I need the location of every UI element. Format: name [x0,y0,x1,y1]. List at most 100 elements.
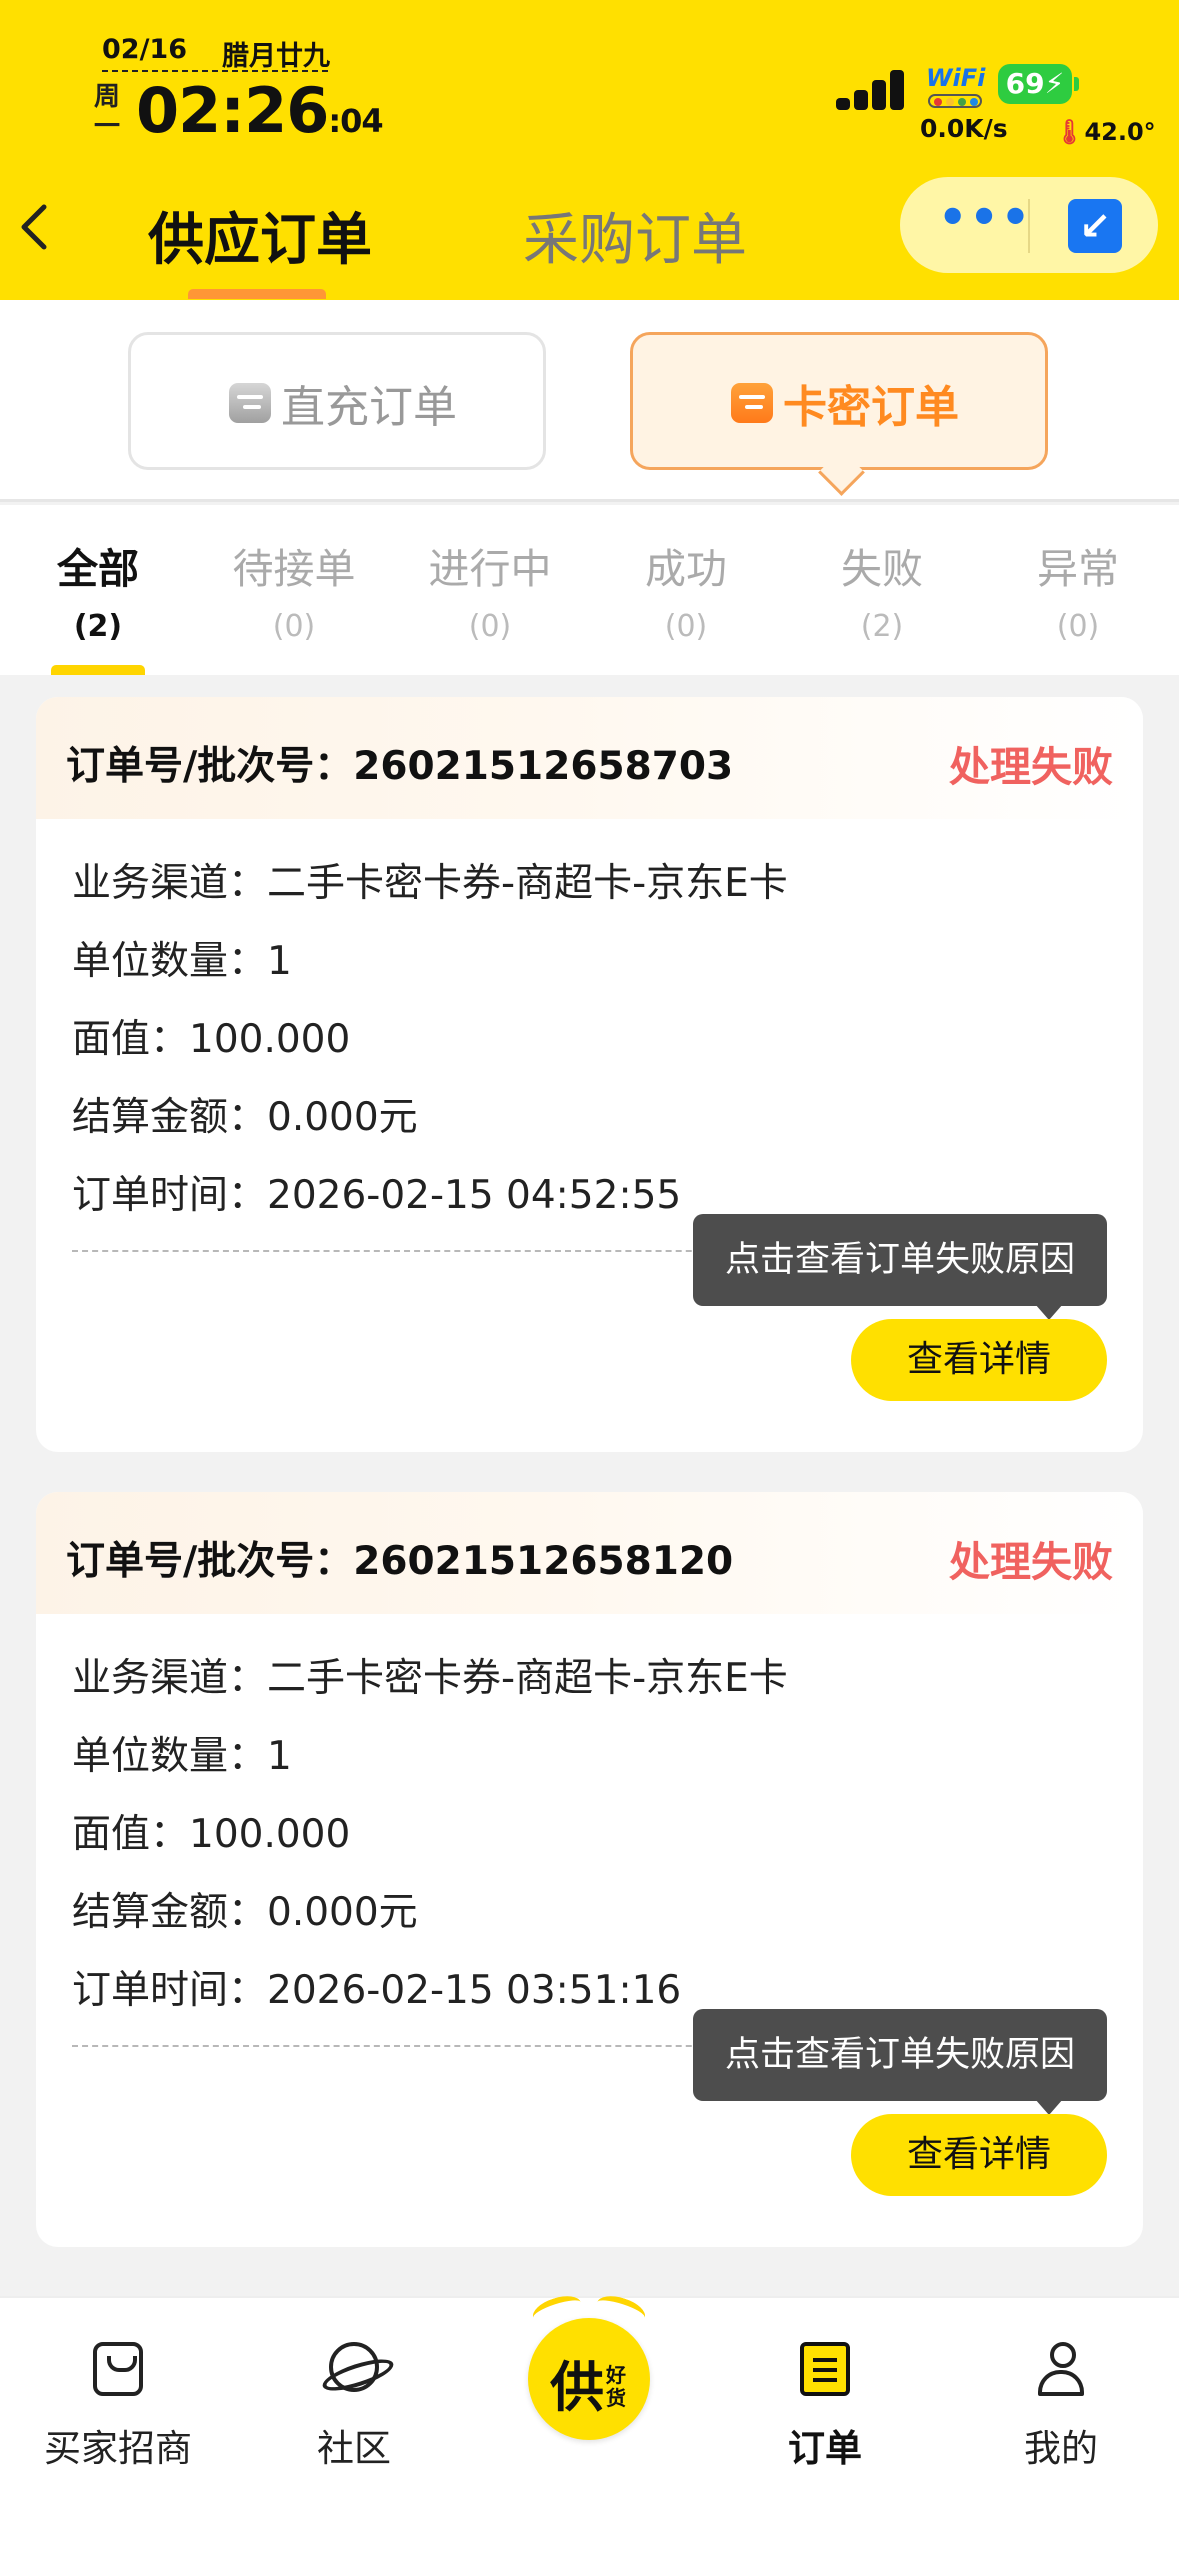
user-icon [1036,2342,1086,2396]
order-settlement: 结算金额：0.000元 [72,1890,418,1935]
shopping-bag-icon [93,2342,143,2396]
minimize-button[interactable]: ↙ [1068,199,1122,253]
center-logo-char: 供 [550,2356,604,2419]
status-time-hm: 02:26 [136,74,329,147]
status-tab-failed[interactable]: 失败 (2) [784,535,980,675]
temperature-value: 42.0° [1084,118,1156,146]
wifi-dots [928,94,982,108]
status-date-divider [102,70,328,72]
order-card-header: 订单号/批次号：26021512658120 处理失败 [36,1492,1143,1614]
card-code-label: 卡密订单 [783,382,959,433]
bottom-nav-center-button[interactable]: 供 好货 [524,2290,654,2440]
tab-supply-orders[interactable]: 供应订单 [148,195,372,276]
capsule-divider [1028,199,1030,253]
order-channel: 业务渠道：二手卡密卡券-商超卡-京东E卡 [72,1656,788,1701]
bottom-nav-mine[interactable]: 我的 [943,2342,1179,2482]
status-time: 02:26:04 [136,74,384,147]
status-tab-count: (2) [73,609,123,644]
order-settlement: 结算金额：0.000元 [72,1095,418,1140]
status-tab-label: 待接单 [232,545,356,593]
direct-charge-orders-button[interactable]: 直充订单 [128,332,546,470]
signal-icon [836,68,916,110]
status-tab-count: (0) [664,609,708,644]
status-tab-count: (0) [1056,609,1100,644]
status-tab-label: 失败 [841,545,923,593]
status-tab-abnormal[interactable]: 异常 (0) [980,535,1176,675]
card-list-icon [731,383,773,423]
order-divider [72,1250,732,1252]
thermometer-icon: 🌡 [1054,118,1085,146]
status-tab-label: 成功 [645,545,727,593]
back-button[interactable] [14,197,64,257]
failure-reason-tooltip[interactable]: 点击查看订单失败原因 [693,2009,1107,2115]
more-button[interactable]: ••• [938,187,1030,247]
mini-program-capsule: ••• ↙ [900,177,1158,273]
order-document-icon [800,2342,850,2396]
order-card: 订单号/批次号：26021512658703 处理失败 业务渠道：二手卡密卡券-… [36,697,1143,1452]
order-number: 订单号/批次号：26021512658120 [66,1539,734,1584]
order-divider [72,2045,732,2047]
chevron-left-icon [21,204,47,250]
active-tab-indicator [188,289,326,299]
order-quantity: 单位数量：1 [72,939,292,984]
view-details-button[interactable]: 查看详情 [851,2114,1107,2196]
order-face-value: 面值：100.000 [72,1017,351,1062]
status-tab-count: (2) [860,609,904,644]
net-speed: 0.0K/s [920,114,1008,143]
status-tab-count: (0) [272,609,316,644]
view-details-button[interactable]: 查看详情 [851,1319,1107,1401]
bottom-nav-label: 社区 [317,2427,391,2470]
direct-charge-label: 直充订单 [281,382,457,433]
planet-icon [329,2342,379,2392]
bottom-nav-buyer-recruit[interactable]: 买家招商 [0,2342,236,2482]
top-nav: 供应订单 采购订单 ••• ↙ [0,175,1179,300]
status-tab-pending[interactable]: 待接单 (0) [196,535,392,675]
status-clock: 02/16 腊月廿九 周 一 02:26:04 [92,30,384,147]
wifi-icon: WiFi [926,64,986,108]
bottom-nav-label: 买家招商 [44,2427,192,2470]
bottom-nav-orders[interactable]: 订单 [707,2342,943,2482]
order-card-header: 订单号/批次号：26021512658703 处理失败 [36,697,1143,819]
status-tab-all[interactable]: 全部 (2) [0,535,196,675]
order-quantity: 单位数量：1 [72,1734,292,1779]
order-details: 业务渠道：二手卡密卡券-商超卡-京东E卡 单位数量：1 面值：100.000 结… [72,1640,1102,2030]
status-tab-label: 全部 [57,545,139,593]
battery-icon: 69⚡ [998,64,1079,104]
center-logo-icon: 供 好货 [528,2318,650,2440]
tab-purchase-orders[interactable]: 采购订单 [523,195,747,276]
order-face-value: 面值：100.000 [72,1812,351,1857]
wifi-label: WiFi [926,64,986,92]
bottom-nav-label: 我的 [1024,2427,1098,2470]
app-root: 02/16 腊月廿九 周 一 02:26:04 WiFi 69⚡ 0.0K/s … [0,0,1179,2556]
status-weekday: 周 一 [92,82,122,142]
status-weekday-top: 周 [93,82,120,112]
failure-reason-tooltip[interactable]: 点击查看订单失败原因 [693,1214,1107,1320]
status-tab-indicator [51,665,145,675]
bottom-nav: 买家招商 社区 供 好货 订单 我的 [0,2290,1179,2556]
status-lunar-date: 腊月廿九 [222,41,330,72]
status-tab-success[interactable]: 成功 (0) [588,535,784,675]
header: 02/16 腊月廿九 周 一 02:26:04 WiFi 69⚡ 0.0K/s … [0,0,1179,300]
bottom-nav-community[interactable]: 社区 [236,2342,472,2482]
status-time-seconds: :04 [328,102,383,140]
battery-level: 69 [1005,67,1045,100]
center-logo-sub: 好货 [606,2363,626,2410]
status-date: 02/16 腊月廿九 [102,34,332,72]
order-status: 处理失败 [949,1538,1113,1586]
temperature: 🌡42.0° [1054,118,1156,146]
status-tabs: 全部 (2) 待接单 (0) 进行中 (0) 成功 (0) 失败 (2) 异常 … [0,505,1179,675]
bottom-nav-label: 订单 [788,2427,862,2470]
status-date-text: 02/16 [102,34,188,65]
wallet-icon [229,383,271,423]
order-status: 处理失败 [949,743,1113,791]
order-details: 业务渠道：二手卡密卡券-商超卡-京东E卡 单位数量：1 面值：100.000 结… [72,845,1102,1235]
status-indicators: WiFi 69⚡ 0.0K/s 🌡42.0° [830,60,1160,160]
card-code-orders-button[interactable]: 卡密订单 [630,332,1048,470]
status-weekday-bottom: 一 [93,112,120,142]
status-tab-count: (0) [468,609,512,644]
order-number: 订单号/批次号：26021512658703 [66,744,734,789]
order-type-toggle: 直充订单 卡密订单 [0,300,1179,502]
status-tab-in-progress[interactable]: 进行中 (0) [392,535,588,675]
status-tab-label: 进行中 [428,545,552,593]
order-channel: 业务渠道：二手卡密卡券-商超卡-京东E卡 [72,861,788,906]
